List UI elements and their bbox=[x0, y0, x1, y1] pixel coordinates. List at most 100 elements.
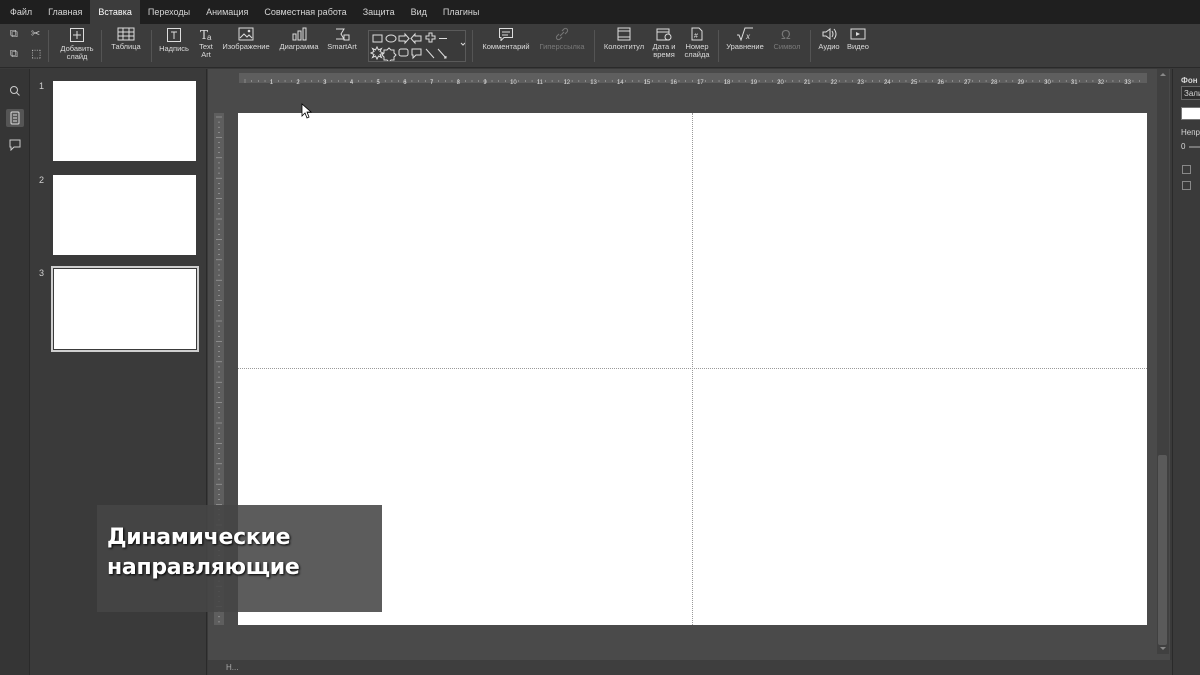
horizontal-guide[interactable] bbox=[238, 368, 1147, 369]
ruler-label: 30 bbox=[1044, 80, 1051, 86]
header-footer-icon bbox=[617, 27, 631, 41]
comments-panel-icon[interactable] bbox=[6, 136, 24, 154]
textart-button[interactable]: Ta Text Art bbox=[195, 27, 217, 59]
header-footer-button[interactable]: Колонтитул bbox=[601, 27, 647, 51]
hyperlink-icon bbox=[555, 27, 569, 41]
calendar-icon bbox=[656, 28, 672, 41]
mouse-cursor-icon bbox=[301, 103, 313, 119]
hyperlink-button[interactable]: Гиперссылка bbox=[536, 27, 588, 51]
ruler-label: 7 bbox=[430, 80, 434, 86]
horizontal-ruler[interactable]: 1 2 3 4 5 6 7 8 9 10 11 12 13 14 15 16 17 18 19 20 21 22 23 24 2… bbox=[239, 73, 1147, 86]
menu-tab[interactable]: Вставка bbox=[90, 0, 140, 24]
video-button[interactable]: Видео bbox=[845, 27, 871, 51]
ruler-label: 27 bbox=[964, 80, 971, 86]
ruler-label: 28 bbox=[991, 80, 998, 86]
ruler-label: 13 bbox=[590, 80, 597, 86]
slide-thumbnail-1[interactable] bbox=[53, 81, 196, 161]
ruler-label: 3 bbox=[323, 80, 327, 86]
table-icon bbox=[117, 27, 135, 41]
smartart-button[interactable]: SmartArt bbox=[325, 27, 359, 51]
shapes-gallery[interactable] bbox=[368, 30, 466, 63]
menu-tab[interactable]: Вид bbox=[403, 0, 435, 24]
ruler-label: 4 bbox=[350, 80, 354, 86]
slide-number: 3 bbox=[39, 268, 45, 278]
svg-text:#: # bbox=[694, 33, 698, 40]
status-text: Н... bbox=[226, 663, 239, 672]
ruler-label: 32 bbox=[1098, 80, 1105, 86]
ruler-label: 5 bbox=[377, 80, 381, 86]
ruler-label: 15 bbox=[644, 80, 651, 86]
copy-icon[interactable]: ⧉ bbox=[10, 28, 18, 41]
smartart-icon bbox=[336, 28, 350, 41]
ruler-label: 2 bbox=[296, 80, 300, 86]
add-slide-icon bbox=[70, 28, 84, 42]
menu-tab[interactable]: Плагины bbox=[435, 0, 487, 24]
search-icon[interactable] bbox=[6, 82, 24, 100]
slide-number-button[interactable]: # Номер слайда bbox=[682, 27, 712, 59]
scroll-down-icon bbox=[1160, 647, 1166, 650]
slides-panel-icon[interactable] bbox=[6, 109, 24, 127]
ruler-label: 14 bbox=[617, 80, 624, 86]
opacity-slider[interactable] bbox=[1189, 146, 1200, 148]
ruler-label: 12 bbox=[563, 80, 570, 86]
symbol-button[interactable]: Ω Символ bbox=[770, 27, 804, 51]
svg-text:Ω: Ω bbox=[781, 27, 791, 41]
textbox-icon bbox=[167, 28, 181, 42]
fill-type-select[interactable]: Зали bbox=[1181, 86, 1200, 100]
video-icon bbox=[850, 28, 866, 40]
table-button[interactable]: Таблица bbox=[108, 27, 144, 51]
menu-tab[interactable]: Главная bbox=[40, 0, 90, 24]
insert-toolbar: ⧉ ✂ ⧉ ⬚ Добавить слайд Таблица Надпись T… bbox=[0, 24, 1200, 68]
slide-thumbnail-2[interactable] bbox=[53, 175, 196, 255]
menu-tab[interactable]: Переходы bbox=[140, 0, 198, 24]
date-time-button[interactable]: Дата и время bbox=[650, 27, 678, 59]
audio-button[interactable]: Аудио bbox=[816, 27, 842, 51]
background-label: Фон bbox=[1181, 76, 1198, 85]
checkbox[interactable] bbox=[1182, 165, 1191, 174]
equation-button[interactable]: x Уравнение bbox=[724, 27, 766, 51]
opacity-label: Непр bbox=[1181, 128, 1200, 137]
chart-icon bbox=[292, 27, 307, 41]
ruler-label: 24 bbox=[884, 80, 891, 86]
slide-thumbnail-3[interactable] bbox=[51, 266, 199, 352]
ruler-label: 26 bbox=[937, 80, 944, 86]
color-picker[interactable] bbox=[1181, 107, 1200, 120]
menu-tab[interactable]: Защита bbox=[355, 0, 403, 24]
ruler-label: 17 bbox=[697, 80, 704, 86]
caption-overlay: Динамические направляющие bbox=[97, 505, 382, 612]
equation-icon: x bbox=[737, 27, 753, 41]
ruler-label: 1 bbox=[270, 80, 274, 86]
ruler-label: 18 bbox=[724, 80, 731, 86]
opacity-value: 0 bbox=[1181, 142, 1186, 151]
status-bar: Н... bbox=[208, 660, 1172, 675]
left-sidebar bbox=[0, 69, 30, 675]
ruler-label: 9 bbox=[483, 80, 487, 86]
ruler-label: 23 bbox=[857, 80, 864, 86]
shapes-icon bbox=[369, 32, 466, 63]
vertical-guide[interactable] bbox=[692, 113, 693, 625]
paste-icon[interactable]: ⧉ bbox=[10, 48, 18, 61]
select-all-icon[interactable]: ⬚ bbox=[31, 47, 41, 60]
ruler-label: 22 bbox=[831, 80, 838, 86]
chart-button[interactable]: Диаграмма bbox=[278, 27, 320, 51]
ruler-label: 11 bbox=[537, 80, 544, 86]
add-slide-button[interactable]: Добавить слайд bbox=[58, 27, 96, 61]
cut-icon[interactable]: ✂ bbox=[31, 27, 40, 40]
menu-bar: Файл Главная Вставка Переходы Анимация Совмес… bbox=[0, 0, 1200, 24]
menu-tab[interactable]: Файл bbox=[2, 0, 40, 24]
ruler-label: 6 bbox=[403, 80, 407, 86]
scrollbar-thumb[interactable] bbox=[1158, 455, 1167, 645]
comment-button[interactable]: Комментарий bbox=[480, 27, 532, 51]
slide-number-icon: # bbox=[691, 27, 703, 41]
checkbox[interactable] bbox=[1182, 181, 1191, 190]
comment-icon bbox=[499, 28, 513, 41]
slide-number: 1 bbox=[39, 81, 45, 91]
svg-text:a: a bbox=[207, 33, 212, 41]
slide-number: 2 bbox=[39, 175, 45, 185]
image-icon bbox=[238, 27, 254, 41]
image-button[interactable]: Изображение bbox=[221, 27, 271, 51]
menu-tab[interactable]: Совместная работа bbox=[256, 0, 354, 24]
textbox-button[interactable]: Надпись bbox=[157, 27, 191, 53]
menu-tab[interactable]: Анимация bbox=[198, 0, 256, 24]
ruler-label: 33 bbox=[1124, 80, 1131, 86]
